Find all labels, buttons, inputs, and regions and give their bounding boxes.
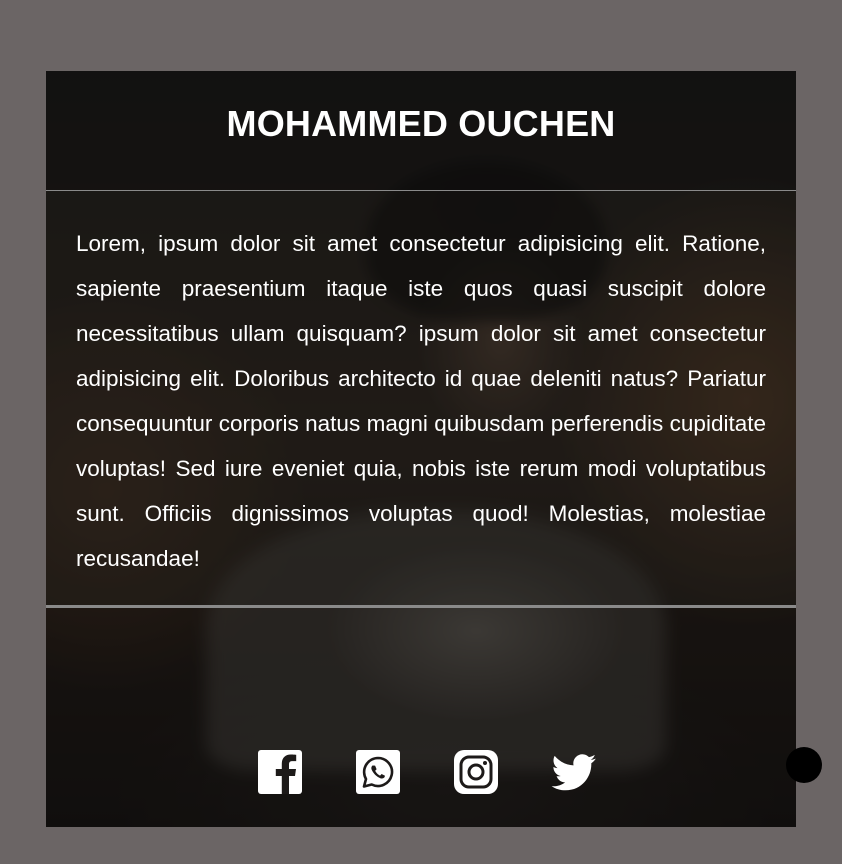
social-links xyxy=(256,748,598,796)
whatsapp-link[interactable] xyxy=(354,748,402,796)
facebook-link[interactable] xyxy=(256,748,304,796)
card-header: MOHAMMED OUCHEN xyxy=(46,71,796,191)
twitter-link[interactable] xyxy=(550,748,598,796)
twitter-icon xyxy=(551,754,596,791)
profile-bio: Lorem, ipsum dolor sit amet consectetur … xyxy=(76,231,766,571)
profile-card: MOHAMMED OUCHEN Lorem, ipsum dolor sit a… xyxy=(46,71,796,827)
instagram-icon xyxy=(454,750,498,794)
whatsapp-icon xyxy=(356,750,400,794)
card-body: Lorem, ipsum dolor sit amet consectetur … xyxy=(46,191,796,608)
card-footer xyxy=(46,608,796,827)
instagram-link[interactable] xyxy=(452,748,500,796)
profile-name: MOHAMMED OUCHEN xyxy=(226,102,616,144)
facebook-icon xyxy=(258,750,302,794)
floating-dot[interactable] xyxy=(786,747,822,783)
